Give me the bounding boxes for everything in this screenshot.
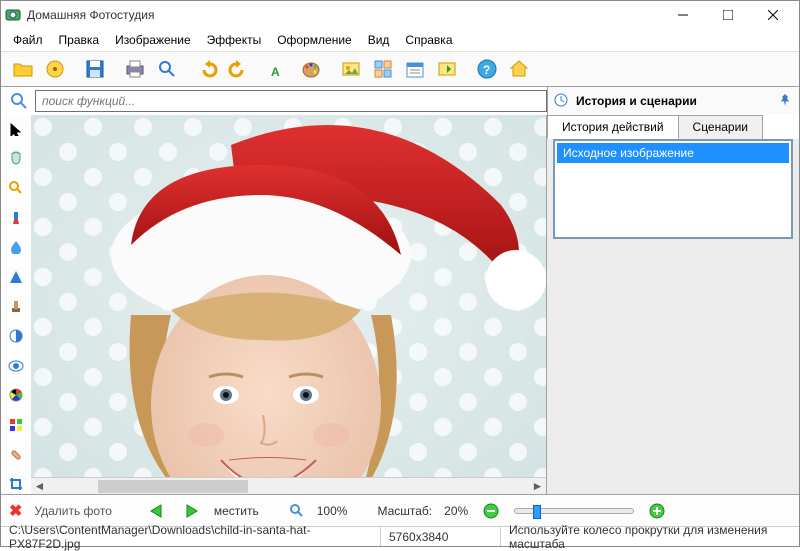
brush-tool-icon[interactable] xyxy=(6,208,26,228)
fit-label[interactable]: местить xyxy=(214,504,259,518)
palette-icon[interactable] xyxy=(297,55,325,83)
status-dims: 5760x3840 xyxy=(381,527,501,546)
save-icon[interactable] xyxy=(81,55,109,83)
tab-scenarios[interactable]: Сценарии xyxy=(678,115,763,139)
zoom-100-icon[interactable] xyxy=(289,503,305,519)
color-tool-icon[interactable] xyxy=(6,385,26,405)
export-icon[interactable] xyxy=(433,55,461,83)
menu-view[interactable]: Вид xyxy=(360,31,398,49)
history-icon xyxy=(554,93,570,109)
svg-text:?: ? xyxy=(483,63,490,77)
pin-icon[interactable] xyxy=(779,94,793,108)
text-icon[interactable]: A xyxy=(265,55,293,83)
open-icon[interactable] xyxy=(9,55,37,83)
prev-icon[interactable] xyxy=(146,500,168,522)
scroll-thumb[interactable] xyxy=(98,480,248,493)
stamp-tool-icon[interactable] xyxy=(6,297,26,317)
search-row xyxy=(1,87,547,115)
minimize-button[interactable] xyxy=(660,1,705,29)
search-input[interactable] xyxy=(35,90,547,112)
delete-icon[interactable]: ✖ xyxy=(9,501,22,521)
blur-tool-icon[interactable] xyxy=(6,237,26,257)
home-icon[interactable] xyxy=(505,55,533,83)
horizontal-scrollbar[interactable]: ◄ ► xyxy=(31,477,546,494)
next-icon[interactable] xyxy=(180,500,202,522)
scroll-right-icon[interactable]: ► xyxy=(529,478,546,495)
close-button[interactable] xyxy=(750,1,795,29)
history-item[interactable]: Исходное изображение xyxy=(557,143,789,163)
redo-icon[interactable] xyxy=(225,55,253,83)
status-hint: Используйте колесо прокрутки для изменен… xyxy=(501,527,799,546)
status-path: C:\Users\ContentManager\Downloads\child-… xyxy=(1,527,381,546)
help-icon[interactable]: ? xyxy=(473,55,501,83)
collage-icon[interactable] xyxy=(369,55,397,83)
scale-label: Масштаб: xyxy=(377,504,432,518)
crop-tool-icon[interactable] xyxy=(6,474,26,494)
pointer-tool-icon[interactable] xyxy=(6,119,26,139)
image-frame-icon[interactable] xyxy=(337,55,365,83)
menubar: Файл Правка Изображение Эффекты Оформлен… xyxy=(1,29,799,51)
patch-tool-icon[interactable] xyxy=(6,445,26,465)
zoom-knob[interactable] xyxy=(533,505,541,519)
delete-label[interactable]: Удалить фото xyxy=(34,504,111,518)
main-toolbar: A ? xyxy=(1,51,799,87)
zoom-in-icon[interactable] xyxy=(646,500,668,522)
canvas-wrap: ◄ ► xyxy=(31,115,547,494)
content-area: ◄ ► История действий Сценарии Исходное и… xyxy=(1,115,799,494)
scroll-left-icon[interactable]: ◄ xyxy=(31,478,48,495)
contrast-tool-icon[interactable] xyxy=(6,326,26,346)
maximize-button[interactable] xyxy=(705,1,750,29)
svg-text:A: A xyxy=(271,65,280,79)
image-canvas[interactable] xyxy=(31,115,546,477)
side-panel: История действий Сценарии Исходное изобр… xyxy=(547,115,799,494)
channels-tool-icon[interactable] xyxy=(6,415,26,435)
window-title: Домашняя Фотостудия xyxy=(27,8,660,22)
scroll-track[interactable] xyxy=(48,478,529,495)
catalog-icon[interactable] xyxy=(41,55,69,83)
tab-history[interactable]: История действий xyxy=(547,115,679,139)
redeye-tool-icon[interactable] xyxy=(6,356,26,376)
shape-tool-icon[interactable] xyxy=(6,267,26,287)
side-tabs: История действий Сценарии xyxy=(547,115,799,139)
menu-image[interactable]: Изображение xyxy=(107,31,199,49)
status-bar: C:\Users\ContentManager\Downloads\child-… xyxy=(1,526,799,546)
undo-icon[interactable] xyxy=(193,55,221,83)
app-icon xyxy=(5,7,21,23)
menu-effects[interactable]: Эффекты xyxy=(199,31,270,49)
menu-decor[interactable]: Оформление xyxy=(269,31,359,49)
zoom-tool-icon[interactable] xyxy=(6,178,26,198)
calendar-icon[interactable] xyxy=(401,55,429,83)
menu-help[interactable]: Справка xyxy=(397,31,460,49)
side-panel-header: История и сценарии xyxy=(547,87,799,115)
search-tool-icon[interactable] xyxy=(153,55,181,83)
titlebar: Домашняя Фотостудия xyxy=(1,1,799,29)
menu-file[interactable]: Файл xyxy=(5,31,51,49)
zoom-100-label[interactable]: 100% xyxy=(317,504,348,518)
print-icon[interactable] xyxy=(121,55,149,83)
menu-edit[interactable]: Правка xyxy=(51,31,108,49)
hand-tool-icon[interactable] xyxy=(6,149,26,169)
zoom-slider[interactable] xyxy=(514,508,634,514)
zoom-out-icon[interactable] xyxy=(480,500,502,522)
side-panel-title: История и сценарии xyxy=(576,94,779,108)
search-icon xyxy=(7,89,31,113)
tool-column xyxy=(1,115,31,494)
history-list[interactable]: Исходное изображение xyxy=(553,139,793,239)
footer-toolbar: ✖ Удалить фото местить 100% Масштаб: 20% xyxy=(1,494,799,526)
scale-value: 20% xyxy=(444,504,468,518)
